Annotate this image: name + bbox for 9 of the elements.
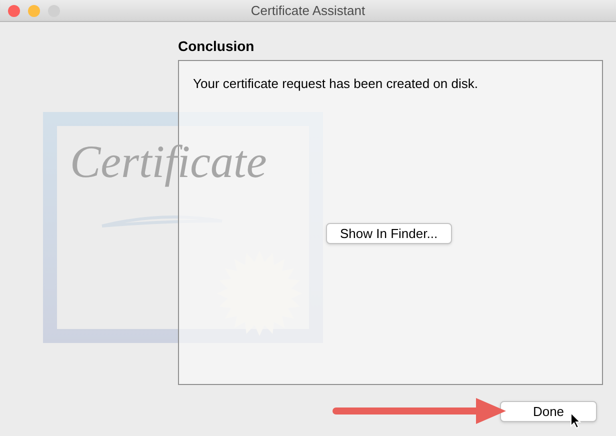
show-in-finder-button[interactable]: Show In Finder... xyxy=(326,223,452,244)
minimize-button[interactable] xyxy=(28,5,40,17)
window-title: Certificate Assistant xyxy=(250,2,366,20)
message-text: Your certificate request has been created on disk. xyxy=(193,75,479,93)
close-button[interactable] xyxy=(8,5,20,17)
done-button[interactable]: Done xyxy=(500,400,597,422)
zoom-button[interactable] xyxy=(48,5,60,17)
cursor-icon xyxy=(570,412,581,429)
section-heading: Conclusion xyxy=(178,38,256,54)
